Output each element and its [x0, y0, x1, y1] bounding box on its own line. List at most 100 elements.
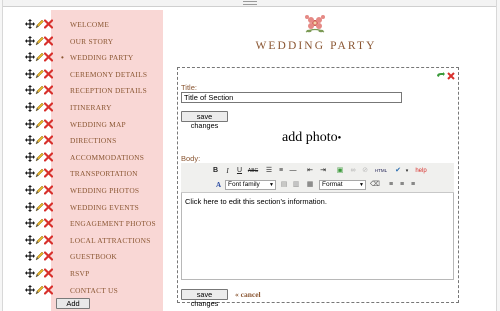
paste-icon[interactable]: ▤	[279, 180, 289, 190]
delete-icon[interactable]	[44, 19, 53, 29]
nav-item-welcome[interactable]: WELCOME	[70, 19, 162, 31]
edit-pencil-icon[interactable]	[35, 69, 44, 79]
bold-button[interactable]: B	[211, 166, 220, 176]
move-icon[interactable]	[25, 151, 35, 162]
nav-item-accommodations[interactable]: ACCOMMODATIONS	[70, 152, 162, 164]
edit-pencil-icon[interactable]	[35, 19, 44, 29]
numbered-list-icon[interactable]: ≡	[276, 166, 286, 176]
spellcheck-icon[interactable]: ✔	[393, 166, 403, 176]
resize-grip-icon[interactable]	[243, 1, 257, 5]
move-icon[interactable]	[25, 102, 35, 112]
delete-icon[interactable]	[44, 102, 53, 112]
delete-icon[interactable]	[44, 168, 53, 178]
move-icon[interactable]	[25, 52, 35, 63]
nav-item-wedding-photos[interactable]: WEDDING PHOTOS	[70, 185, 162, 197]
delete-icon[interactable]	[44, 152, 53, 162]
nav-item-ceremony-details[interactable]: CEREMONY DETAILS	[70, 69, 162, 81]
confirm-arrow-icon[interactable]	[436, 72, 445, 80]
close-icon[interactable]	[447, 72, 455, 80]
edit-pencil-icon[interactable]	[35, 102, 44, 112]
title-input[interactable]: Title of Section	[181, 92, 402, 103]
delete-icon[interactable]	[44, 52, 53, 62]
align-left-icon[interactable]: ≡	[386, 180, 396, 190]
paste-text-icon[interactable]: ▥	[291, 180, 301, 190]
unlink-icon[interactable]: ⊘	[360, 166, 370, 176]
align-center-icon[interactable]: ≡	[397, 180, 407, 190]
underline-button[interactable]: U	[235, 166, 244, 176]
delete-icon[interactable]	[44, 69, 53, 79]
outdent-icon[interactable]: ⇤	[305, 166, 315, 176]
nav-item-transportation[interactable]: TRANSPORTATION	[70, 168, 162, 180]
edit-pencil-icon[interactable]	[35, 135, 44, 145]
move-icon[interactable]	[25, 201, 35, 212]
nav-item-engagement-photos[interactable]: ENGAGEMENT PHOTOS	[70, 218, 162, 230]
edit-pencil-icon[interactable]	[35, 285, 44, 295]
italic-button[interactable]: I	[223, 166, 232, 176]
delete-icon[interactable]	[44, 235, 53, 245]
nav-item-itinerary[interactable]: ITINERARY	[70, 102, 162, 114]
delete-icon[interactable]	[44, 268, 53, 278]
move-icon[interactable]	[25, 168, 35, 179]
edit-pencil-icon[interactable]	[35, 235, 44, 245]
nav-item-guestbook[interactable]: GUESTBOOK	[70, 251, 162, 263]
edit-pencil-icon[interactable]	[35, 251, 44, 261]
horizontal-rule-icon[interactable]: ―	[288, 166, 298, 176]
delete-icon[interactable]	[44, 284, 53, 295]
save-changes-button-top[interactable]: save changes	[181, 111, 228, 130]
add-photo-label[interactable]: add photo	[282, 130, 338, 145]
nav-item-local-attractions[interactable]: LOCAL ATTRACTIONS	[70, 235, 162, 247]
edit-pencil-icon[interactable]	[35, 218, 44, 228]
bullet-list-icon[interactable]: ☰	[264, 166, 274, 176]
insert-link-icon[interactable]: ∞	[348, 166, 358, 176]
move-icon[interactable]	[25, 185, 35, 195]
html-source-button[interactable]: HTML	[374, 166, 388, 176]
edit-pencil-icon[interactable]	[35, 152, 44, 162]
nav-item-wedding-map[interactable]: WEDDING MAP	[70, 119, 162, 131]
delete-icon[interactable]	[44, 135, 53, 145]
edit-pencil-icon[interactable]	[35, 202, 44, 212]
edit-pencil-icon[interactable]	[35, 36, 44, 46]
cancel-link[interactable]: « cancel	[235, 290, 261, 299]
delete-icon[interactable]	[44, 251, 53, 261]
edit-pencil-icon[interactable]	[35, 168, 44, 178]
nav-item-wedding-party[interactable]: WEDDING PARTY	[70, 52, 162, 64]
strikethrough-button[interactable]: ABC	[247, 166, 259, 176]
delete-icon[interactable]	[44, 185, 53, 195]
add-page-button[interactable]: Add page	[56, 298, 90, 311]
delete-icon[interactable]	[44, 201, 53, 212]
indent-icon[interactable]: ⇥	[318, 166, 328, 176]
body-content[interactable]: Click here to edit this section's inform…	[185, 197, 445, 206]
edit-pencil-icon[interactable]	[35, 85, 44, 95]
move-icon[interactable]	[25, 118, 35, 129]
move-icon[interactable]	[25, 135, 35, 146]
spellcheck-dropdown-icon[interactable]: ▾	[404, 166, 410, 176]
nav-item-rsvp[interactable]: RSVP	[70, 268, 162, 280]
nav-item-directions[interactable]: DIRECTIONS	[70, 135, 162, 147]
align-right-icon[interactable]: ≡	[408, 180, 418, 190]
save-changes-button[interactable]: save changes	[181, 289, 228, 308]
delete-icon[interactable]	[44, 218, 53, 228]
format-select[interactable]: Format ▼	[319, 180, 366, 190]
delete-icon[interactable]	[44, 85, 53, 95]
move-icon[interactable]	[25, 234, 35, 245]
edit-pencil-icon[interactable]	[35, 119, 44, 129]
edit-pencil-icon[interactable]	[35, 268, 44, 278]
font-family-select[interactable]: Font family ▼	[225, 180, 276, 190]
paste-word-icon[interactable]: ▦	[305, 180, 315, 190]
add-photo-link[interactable]: add photo●	[282, 130, 362, 146]
move-icon[interactable]	[25, 68, 35, 79]
move-icon[interactable]	[25, 35, 35, 46]
text-color-icon[interactable]: A	[214, 180, 223, 190]
clear-formatting-icon[interactable]: ⌫	[370, 180, 380, 190]
move-icon[interactable]	[25, 268, 35, 278]
insert-image-icon[interactable]: ▣	[335, 166, 345, 176]
edit-pencil-icon[interactable]	[35, 52, 44, 62]
delete-icon[interactable]	[44, 118, 53, 129]
nav-item-reception-details[interactable]: RECEPTION DETAILS	[70, 85, 162, 97]
move-icon[interactable]	[25, 85, 35, 96]
delete-icon[interactable]	[44, 35, 53, 46]
move-icon[interactable]	[25, 19, 35, 29]
nav-item-our-story[interactable]: OUR STORY	[70, 36, 162, 48]
nav-item-wedding-events[interactable]: WEDDING EVENTS	[70, 202, 162, 214]
nav-item-contact-us[interactable]: CONTACT US	[70, 285, 162, 297]
